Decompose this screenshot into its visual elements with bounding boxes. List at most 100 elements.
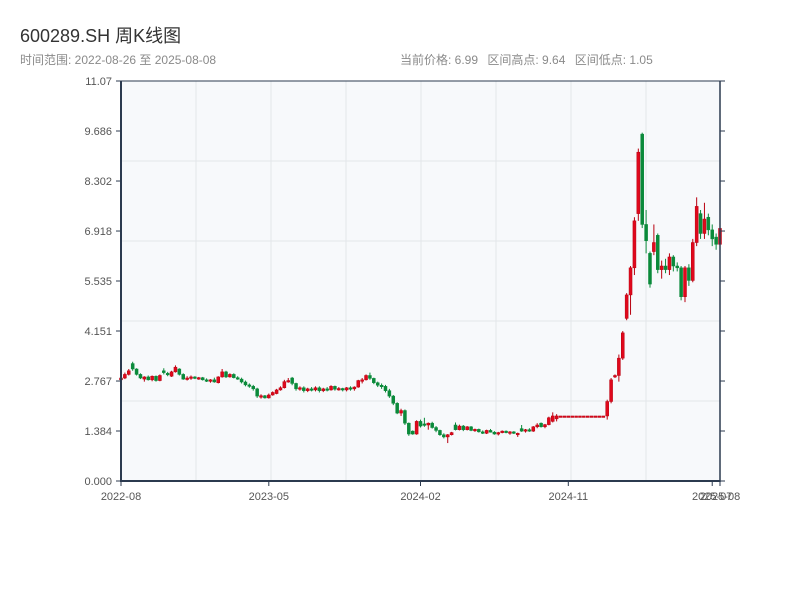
y-tick-label: 6.918 — [84, 226, 112, 238]
candle-body — [659, 265, 664, 270]
candle-body — [648, 253, 652, 285]
candle-body — [185, 377, 189, 380]
candle-body — [582, 415, 586, 418]
candle-body — [333, 386, 337, 390]
candle-body — [239, 378, 244, 383]
candle-body — [395, 403, 399, 414]
candle-body — [387, 390, 392, 397]
candle-body — [235, 377, 240, 380]
candle-body — [445, 434, 450, 438]
candle-body — [628, 267, 633, 296]
candle-body — [675, 265, 679, 269]
candle-body — [278, 387, 283, 391]
candle-body — [512, 431, 516, 434]
candle-body — [329, 386, 333, 391]
candle-body — [469, 426, 473, 431]
candle-body — [605, 401, 609, 417]
candle-body — [134, 368, 139, 375]
candle-body — [309, 388, 314, 391]
candle-body — [671, 256, 676, 267]
candle-body — [652, 242, 656, 252]
candle-body — [457, 425, 462, 430]
candle-body — [683, 267, 687, 297]
candle-body — [640, 133, 644, 225]
candle-body — [465, 426, 469, 430]
candle-body — [691, 242, 695, 281]
candle-body — [251, 386, 255, 390]
candle-body — [449, 432, 454, 435]
candle-body — [644, 224, 648, 241]
candle-body — [574, 415, 578, 418]
candle-body — [609, 379, 613, 402]
candle-body — [290, 377, 294, 384]
candle-body — [535, 424, 539, 428]
candle-body — [282, 381, 287, 389]
candle-body — [554, 415, 559, 420]
candle-body — [189, 376, 193, 379]
candle-body — [138, 374, 143, 379]
candle-body — [523, 429, 528, 432]
candle-body — [492, 431, 497, 435]
candle-body — [422, 423, 427, 426]
candle-body — [173, 366, 178, 373]
candle-body — [344, 387, 349, 391]
candle-body — [418, 421, 423, 427]
candle-body — [702, 218, 707, 234]
candle-body — [636, 151, 641, 214]
candle-body — [621, 332, 625, 359]
candle-body — [434, 427, 438, 431]
candle-body — [224, 371, 228, 378]
candle-body — [154, 375, 158, 381]
candle-body — [667, 256, 672, 270]
candle-body — [150, 375, 154, 381]
candle-body — [484, 430, 489, 434]
candle-body — [356, 380, 361, 388]
candle-body — [368, 375, 372, 379]
candle-body — [337, 388, 341, 391]
y-tick-label: 0.000 — [84, 476, 112, 488]
candle-body — [679, 267, 683, 297]
y-tick-label: 5.535 — [84, 276, 112, 288]
candle-body — [372, 378, 376, 383]
candle-body — [656, 235, 660, 270]
candle-body — [570, 415, 574, 418]
y-tick-label: 1.384 — [84, 426, 112, 438]
candle-body — [317, 387, 322, 391]
candle-body — [515, 433, 520, 436]
candlestick-chart: 0.000 1.384 2.767 4.151 5.535 6.918 8.302 9.686… — [84, 76, 740, 503]
candle-body — [228, 374, 232, 378]
candle-body — [477, 429, 481, 433]
candle-body — [352, 386, 357, 390]
candle-body — [383, 386, 388, 391]
candle-body — [158, 375, 162, 381]
candle-body — [220, 371, 224, 378]
candle-body — [578, 415, 582, 418]
candle-body — [710, 229, 714, 240]
candle-body — [325, 388, 329, 391]
candle-body — [247, 384, 252, 387]
candle-body — [270, 392, 275, 396]
candle-body — [204, 379, 209, 382]
y-tick-label: 8.302 — [84, 176, 112, 188]
candle-body — [162, 370, 166, 373]
candle-body — [407, 422, 411, 435]
candle-body — [379, 384, 384, 387]
candle-body — [243, 381, 248, 386]
candle-body — [589, 415, 594, 418]
candle-body — [586, 415, 590, 418]
candle-body — [438, 430, 442, 435]
candle-body — [519, 428, 524, 432]
candle-body — [267, 394, 271, 399]
candle-body — [601, 415, 606, 418]
candle-body — [500, 430, 504, 433]
candle-body — [508, 431, 512, 434]
candle-body — [286, 380, 291, 383]
candle-body — [531, 426, 536, 432]
candle-body — [208, 379, 213, 382]
candle-body — [298, 387, 302, 390]
x-tick-label: 2024-02 — [400, 491, 440, 503]
candle-body — [348, 387, 353, 390]
candle-body — [302, 387, 306, 391]
x-tick-label: 2024-11 — [549, 491, 589, 503]
candle-body — [321, 388, 326, 391]
